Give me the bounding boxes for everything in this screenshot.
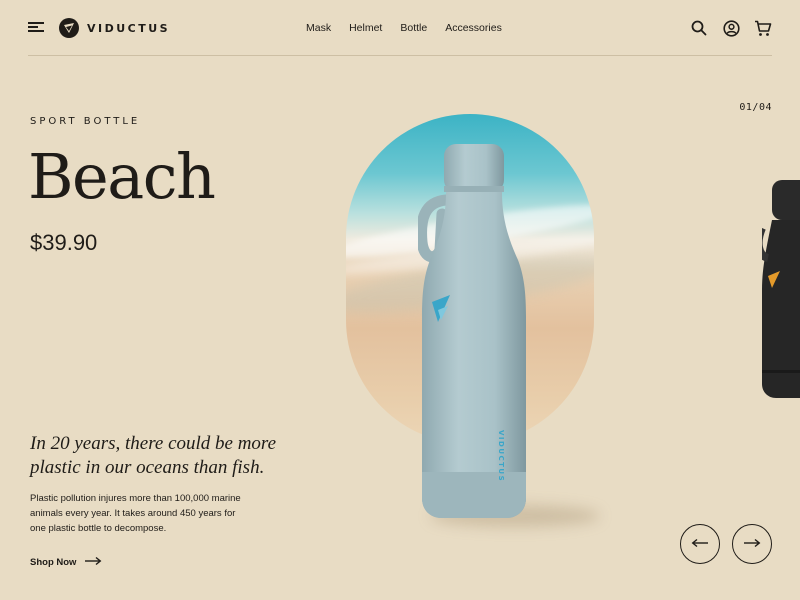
main-nav: Mask Helmet Bottle Accessories bbox=[306, 22, 520, 34]
product-category: SPORT BOTTLE bbox=[30, 116, 141, 127]
story-description: Plastic pollution injures more than 100,… bbox=[30, 493, 241, 535]
product-price: $39.90 bbox=[30, 230, 98, 255]
brand-logo-icon bbox=[59, 18, 79, 38]
arrow-right-icon bbox=[743, 535, 761, 553]
nav-item-accessories[interactable]: Accessories bbox=[445, 22, 502, 34]
arrow-right-icon bbox=[84, 553, 102, 571]
cart-icon[interactable] bbox=[754, 19, 772, 37]
site-header: VIDUCTUS Mask Helmet Bottle Accessories bbox=[28, 0, 772, 56]
slide-counter: 01/04 bbox=[739, 102, 772, 113]
story-quote: In 20 years, there could be more plastic… bbox=[30, 433, 277, 479]
previous-slide-button[interactable] bbox=[680, 524, 720, 564]
brand-logo[interactable]: VIDUCTUS bbox=[59, 18, 170, 38]
nav-item-mask[interactable]: Mask bbox=[306, 22, 331, 34]
header-actions bbox=[690, 19, 772, 37]
next-product-bottle-image[interactable] bbox=[762, 180, 800, 398]
shop-now-label: Shop Now bbox=[30, 556, 77, 568]
bottle-brand-label: VIDUCTUS bbox=[497, 430, 505, 483]
user-icon[interactable] bbox=[722, 19, 740, 37]
menu-icon[interactable] bbox=[28, 21, 44, 33]
nav-item-bottle[interactable]: Bottle bbox=[400, 22, 427, 34]
shop-now-link[interactable]: Shop Now bbox=[30, 553, 102, 571]
arrow-left-icon bbox=[691, 535, 709, 553]
product-title: Beach bbox=[28, 140, 216, 213]
search-icon[interactable] bbox=[690, 19, 708, 37]
nav-item-helmet[interactable]: Helmet bbox=[349, 22, 382, 34]
next-slide-button[interactable] bbox=[732, 524, 772, 564]
product-bottle-image bbox=[418, 144, 526, 518]
brand-name: VIDUCTUS bbox=[87, 21, 171, 35]
